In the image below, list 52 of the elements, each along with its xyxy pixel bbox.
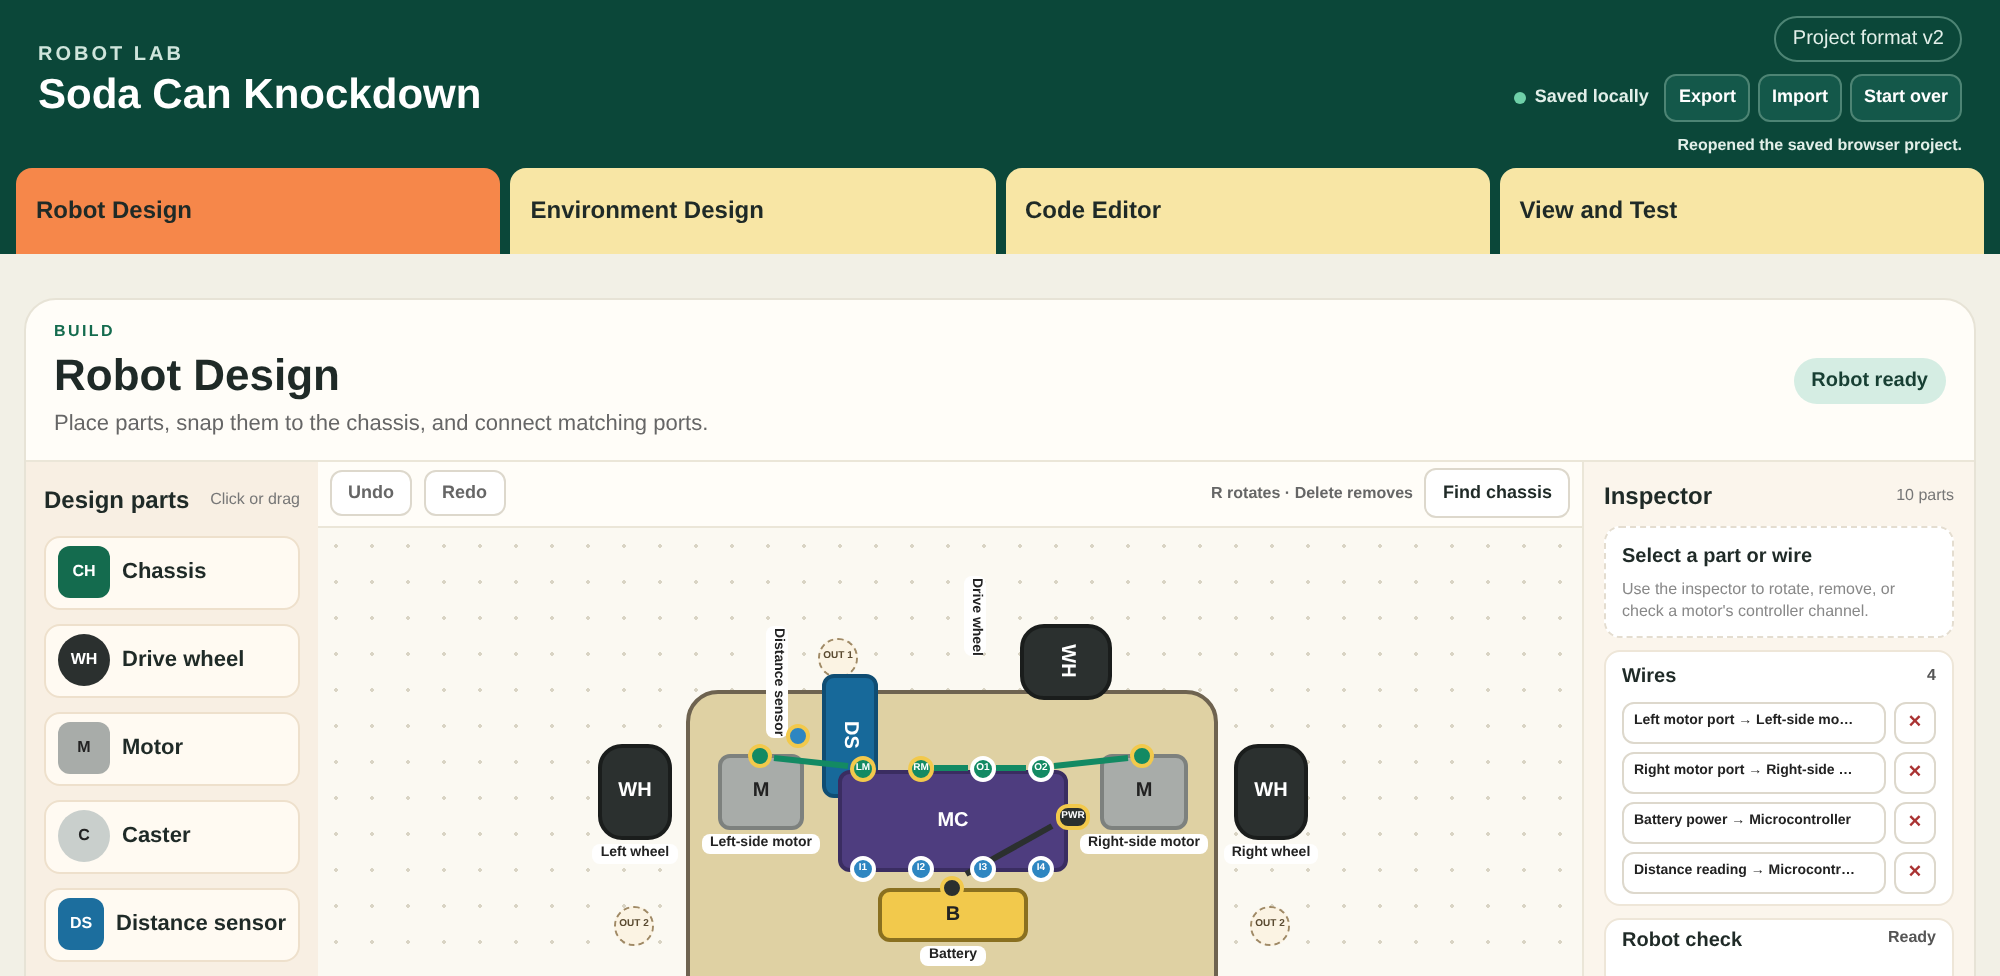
robot-part[interactable]: WH — [598, 743, 672, 839]
section-tab[interactable]: Environment Design — [510, 167, 995, 253]
part-badge: DS — [58, 898, 105, 950]
toolbar-button[interactable]: Undo — [330, 469, 412, 517]
card-text: Use the inspector to rotate, remove, or check a motor's controller channel. — [1622, 577, 1898, 621]
section-tab[interactable]: Code Editor — [1005, 167, 1490, 253]
robot-part[interactable]: M — [718, 753, 804, 829]
part-option[interactable]: DS Distance sensor — [44, 887, 300, 961]
part-badge: CH — [58, 546, 110, 598]
section-tab[interactable]: Robot Design — [16, 167, 501, 253]
panel-title: Inspector — [1604, 479, 1713, 513]
wire[interactable] — [773, 754, 849, 768]
robot-part[interactable]: M — [1100, 753, 1188, 829]
card-title: Wires — [1622, 663, 1677, 691]
remove-wire-button[interactable]: × — [1894, 801, 1936, 843]
remove-wire-button[interactable]: × — [1894, 851, 1936, 893]
robot-part[interactable]: WH — [1234, 743, 1308, 839]
find-chassis-button[interactable]: Find chassis — [1424, 467, 1570, 519]
robot-part[interactable]: WH — [1020, 623, 1112, 699]
app-eyebrow: ROBOT LAB — [38, 42, 186, 70]
card-title: Robot check — [1622, 927, 1743, 955]
remove-wire-button[interactable]: × — [1894, 701, 1936, 743]
page-title: Robot Design — [54, 347, 342, 402]
section-tab[interactable]: View and Test — [1499, 167, 1984, 253]
panel-title: Design parts — [44, 483, 190, 517]
project-title: Soda Can Knockdown — [38, 70, 482, 122]
format-badge: Project format v2 — [1774, 16, 1962, 62]
status-badge: Robot ready — [1793, 357, 1946, 403]
header-button[interactable]: Export — [1664, 74, 1750, 121]
toolbar-button[interactable]: Redo — [424, 469, 505, 517]
header-button[interactable]: Import — [1757, 74, 1842, 121]
parts-count: 10 parts — [1896, 483, 1954, 507]
robot-part[interactable]: B — [878, 887, 1028, 941]
section-eyebrow: BUILD — [54, 319, 117, 343]
wire-count: 4 — [1927, 664, 1936, 688]
part-option[interactable]: CH Chassis — [44, 535, 300, 609]
part-option[interactable]: WH Drive wheel — [44, 623, 300, 697]
shortcut-hint: R rotates · Delete removes — [1211, 481, 1413, 505]
panel-hint: Click or drag — [210, 487, 300, 511]
page-description: Place parts, snap them to the chassis, and connect matching ports. — [54, 410, 709, 440]
wire[interactable] — [964, 822, 1054, 876]
header-button[interactable]: Start over — [1849, 74, 1962, 121]
part-badge: WH — [58, 634, 110, 686]
check-status: Ready — [1887, 925, 1936, 949]
part-badge: C — [58, 810, 110, 862]
card-title: Select a part or wire — [1622, 543, 1815, 571]
remove-wire-button[interactable]: × — [1894, 751, 1936, 793]
save-status: Saved locally — [1534, 84, 1649, 110]
part-option[interactable]: M Motor — [44, 711, 300, 785]
part-badge: M — [58, 722, 110, 774]
status-message: Reopened the saved browser project. — [1677, 133, 1962, 157]
part-option[interactable]: C Caster — [44, 799, 300, 873]
